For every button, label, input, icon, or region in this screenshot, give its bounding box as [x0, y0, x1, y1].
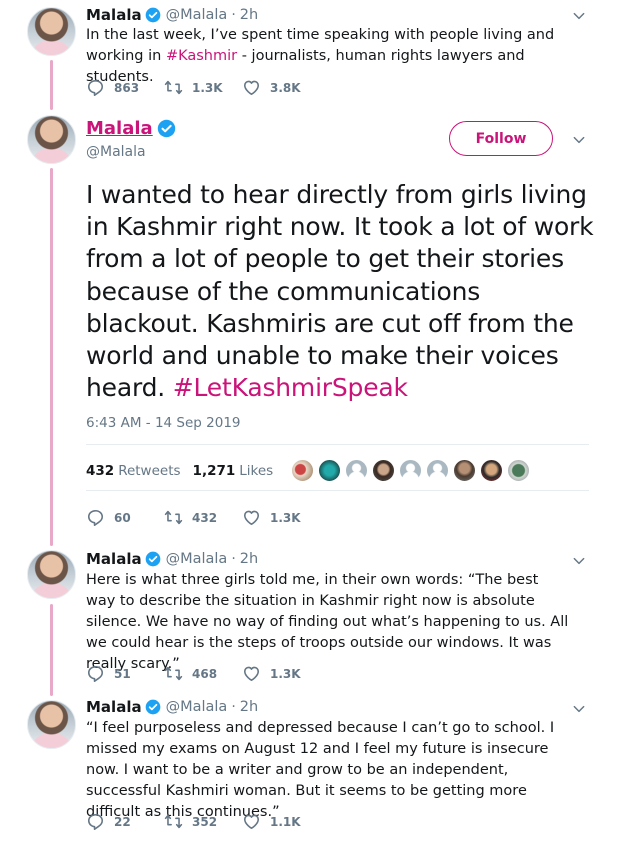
- retweet-count: 352: [192, 814, 218, 829]
- retweet-icon: [164, 508, 183, 527]
- verified-icon: [145, 699, 161, 715]
- avatar[interactable]: [27, 550, 76, 599]
- tweet-text: Here is what three girls told me, in the…: [86, 572, 569, 672]
- liker-avatar[interactable]: [318, 459, 342, 482]
- verified-icon: [145, 551, 161, 567]
- tweet-text: “I feel purposeless and depressed becaus…: [86, 720, 555, 820]
- avatar[interactable]: [27, 700, 76, 749]
- verified-icon: [145, 7, 161, 23]
- reply-button[interactable]: 51: [86, 664, 164, 683]
- divider: [86, 490, 589, 491]
- liker-avatar[interactable]: [372, 459, 396, 482]
- tweet-time[interactable]: 2h: [240, 7, 258, 23]
- author-handle[interactable]: @Malala: [166, 551, 228, 567]
- like-count: 1.3K: [270, 666, 301, 681]
- retweet-icon: [164, 78, 183, 97]
- reply-icon: [86, 78, 105, 97]
- liker-avatar[interactable]: [480, 459, 504, 482]
- chevron-down-icon[interactable]: [571, 8, 587, 24]
- liker-avatar[interactable]: [453, 459, 477, 482]
- retweet-icon: [164, 664, 183, 683]
- retweet-icon: [164, 812, 183, 831]
- liker-avatar[interactable]: [399, 459, 423, 482]
- like-count: 1.3K: [270, 510, 301, 525]
- chevron-down-icon[interactable]: [571, 701, 587, 717]
- tweet[interactable]: Malala @Malala · 2h In the last week, I’…: [0, 0, 617, 110]
- tweet[interactable]: Malala @Malala · 2h Here is what three g…: [0, 548, 617, 696]
- hashtag-link[interactable]: #LetKashmirSpeak: [173, 373, 408, 402]
- reply-count: 51: [114, 666, 131, 681]
- retweet-count: 468: [192, 666, 218, 681]
- author-handle[interactable]: @Malala: [166, 699, 228, 715]
- like-icon: [242, 508, 261, 527]
- author-handle[interactable]: @Malala: [86, 144, 146, 160]
- retweet-button[interactable]: 468: [164, 664, 242, 683]
- avatar[interactable]: [27, 7, 76, 56]
- verified-icon: [157, 119, 176, 138]
- likes-label[interactable]: Likes: [239, 463, 273, 479]
- liker-avatar[interactable]: [507, 459, 531, 482]
- follow-button[interactable]: Follow: [449, 121, 553, 156]
- reply-icon: [86, 508, 105, 527]
- retweet-button[interactable]: 432: [164, 508, 242, 527]
- chevron-down-icon[interactable]: [571, 553, 587, 569]
- reply-icon: [86, 664, 105, 683]
- reply-button[interactable]: 22: [86, 812, 164, 831]
- like-button[interactable]: 3.8K: [242, 78, 320, 97]
- like-button[interactable]: 1.3K: [242, 508, 320, 527]
- hashtag-link[interactable]: #Kashmir: [166, 48, 237, 64]
- liker-avatar[interactable]: [291, 459, 315, 482]
- like-count: 1.1K: [270, 814, 301, 829]
- author-name[interactable]: Malala: [86, 550, 142, 568]
- separator-dot: ·: [231, 551, 236, 567]
- like-icon: [242, 78, 261, 97]
- author-name[interactable]: Malala: [86, 6, 142, 24]
- retweet-button[interactable]: 1.3K: [164, 78, 242, 97]
- separator-dot: ·: [231, 699, 236, 715]
- author-handle[interactable]: @Malala: [166, 7, 228, 23]
- reply-count: 60: [114, 510, 131, 525]
- reply-count: 22: [114, 814, 131, 829]
- like-total[interactable]: 1,271: [193, 463, 236, 479]
- author-name[interactable]: Malala: [86, 118, 176, 139]
- tweet-text-part: I wanted to hear directly from girls liv…: [86, 180, 594, 403]
- tweet-time[interactable]: 2h: [240, 699, 258, 715]
- tweet-timestamp[interactable]: 6:43 AM - 14 Sep 2019: [86, 415, 241, 431]
- chevron-down-icon[interactable]: [571, 132, 587, 148]
- like-icon: [242, 812, 261, 831]
- retweet-total[interactable]: 432: [86, 463, 114, 479]
- like-icon: [242, 664, 261, 683]
- retweet-count: 432: [192, 510, 218, 525]
- retweets-label[interactable]: Retweets: [118, 463, 180, 479]
- reply-button[interactable]: 60: [86, 508, 164, 527]
- liker-avatar[interactable]: [426, 459, 450, 482]
- tweet-time[interactable]: 2h: [240, 551, 258, 567]
- like-button[interactable]: 1.1K: [242, 812, 320, 831]
- like-button[interactable]: 1.3K: [242, 664, 320, 683]
- separator-dot: ·: [231, 7, 236, 23]
- retweet-button[interactable]: 352: [164, 812, 242, 831]
- tweet-text: I wanted to hear directly from girls liv…: [86, 179, 596, 404]
- reply-button[interactable]: 863: [86, 78, 164, 97]
- liker-avatars: [291, 459, 534, 482]
- like-count: 3.8K: [270, 80, 301, 95]
- reply-icon: [86, 812, 105, 831]
- author-name[interactable]: Malala: [86, 698, 142, 716]
- engagement-stats: 432 Retweets 1,271 Likes: [86, 459, 534, 482]
- author-name-text[interactable]: Malala: [86, 118, 153, 139]
- liker-avatar[interactable]: [345, 459, 369, 482]
- retweet-count: 1.3K: [192, 80, 223, 95]
- avatar[interactable]: [27, 115, 76, 164]
- divider: [86, 444, 589, 445]
- tweet[interactable]: Malala @Malala · 2h “I feel purposeless …: [0, 697, 617, 845]
- reply-count: 863: [114, 80, 140, 95]
